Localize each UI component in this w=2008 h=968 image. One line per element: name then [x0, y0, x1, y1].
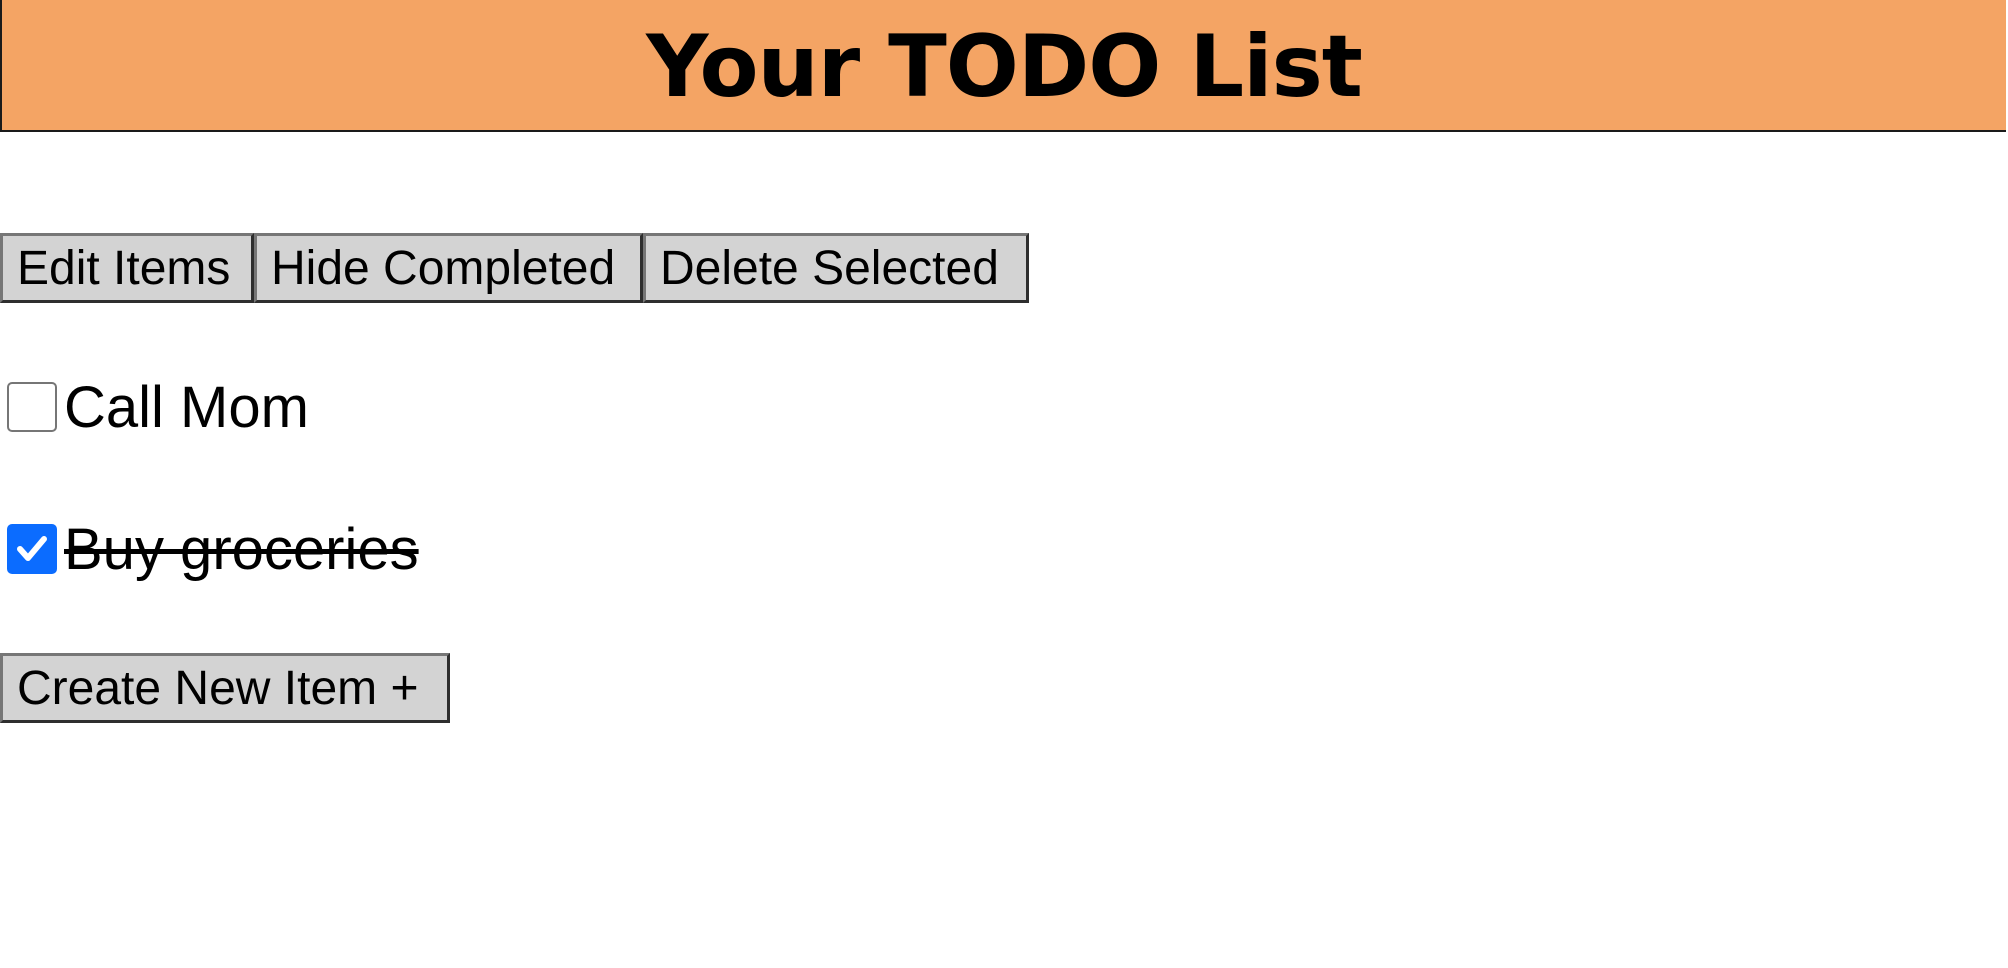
- toolbar: Edit Items Hide Completed Delete Selecte…: [0, 233, 1029, 303]
- todo-checkbox[interactable]: [7, 382, 57, 432]
- checkmark-icon: [17, 536, 47, 561]
- page-title: Your TODO List: [646, 17, 1363, 117]
- hide-completed-button[interactable]: Hide Completed: [254, 233, 643, 303]
- todo-item-buy-groceries: Buy groceries: [7, 519, 419, 579]
- app-header: Your TODO List: [0, 0, 2006, 132]
- todo-checkbox[interactable]: [7, 524, 57, 574]
- delete-selected-button[interactable]: Delete Selected: [643, 233, 1029, 303]
- todo-item-label: Call Mom: [64, 375, 309, 440]
- edit-items-button[interactable]: Edit Items: [0, 233, 254, 303]
- create-new-item-button[interactable]: Create New Item +: [0, 653, 450, 723]
- todo-item-label: Buy groceries: [64, 517, 419, 582]
- todo-item-call-mom: Call Mom: [7, 377, 309, 437]
